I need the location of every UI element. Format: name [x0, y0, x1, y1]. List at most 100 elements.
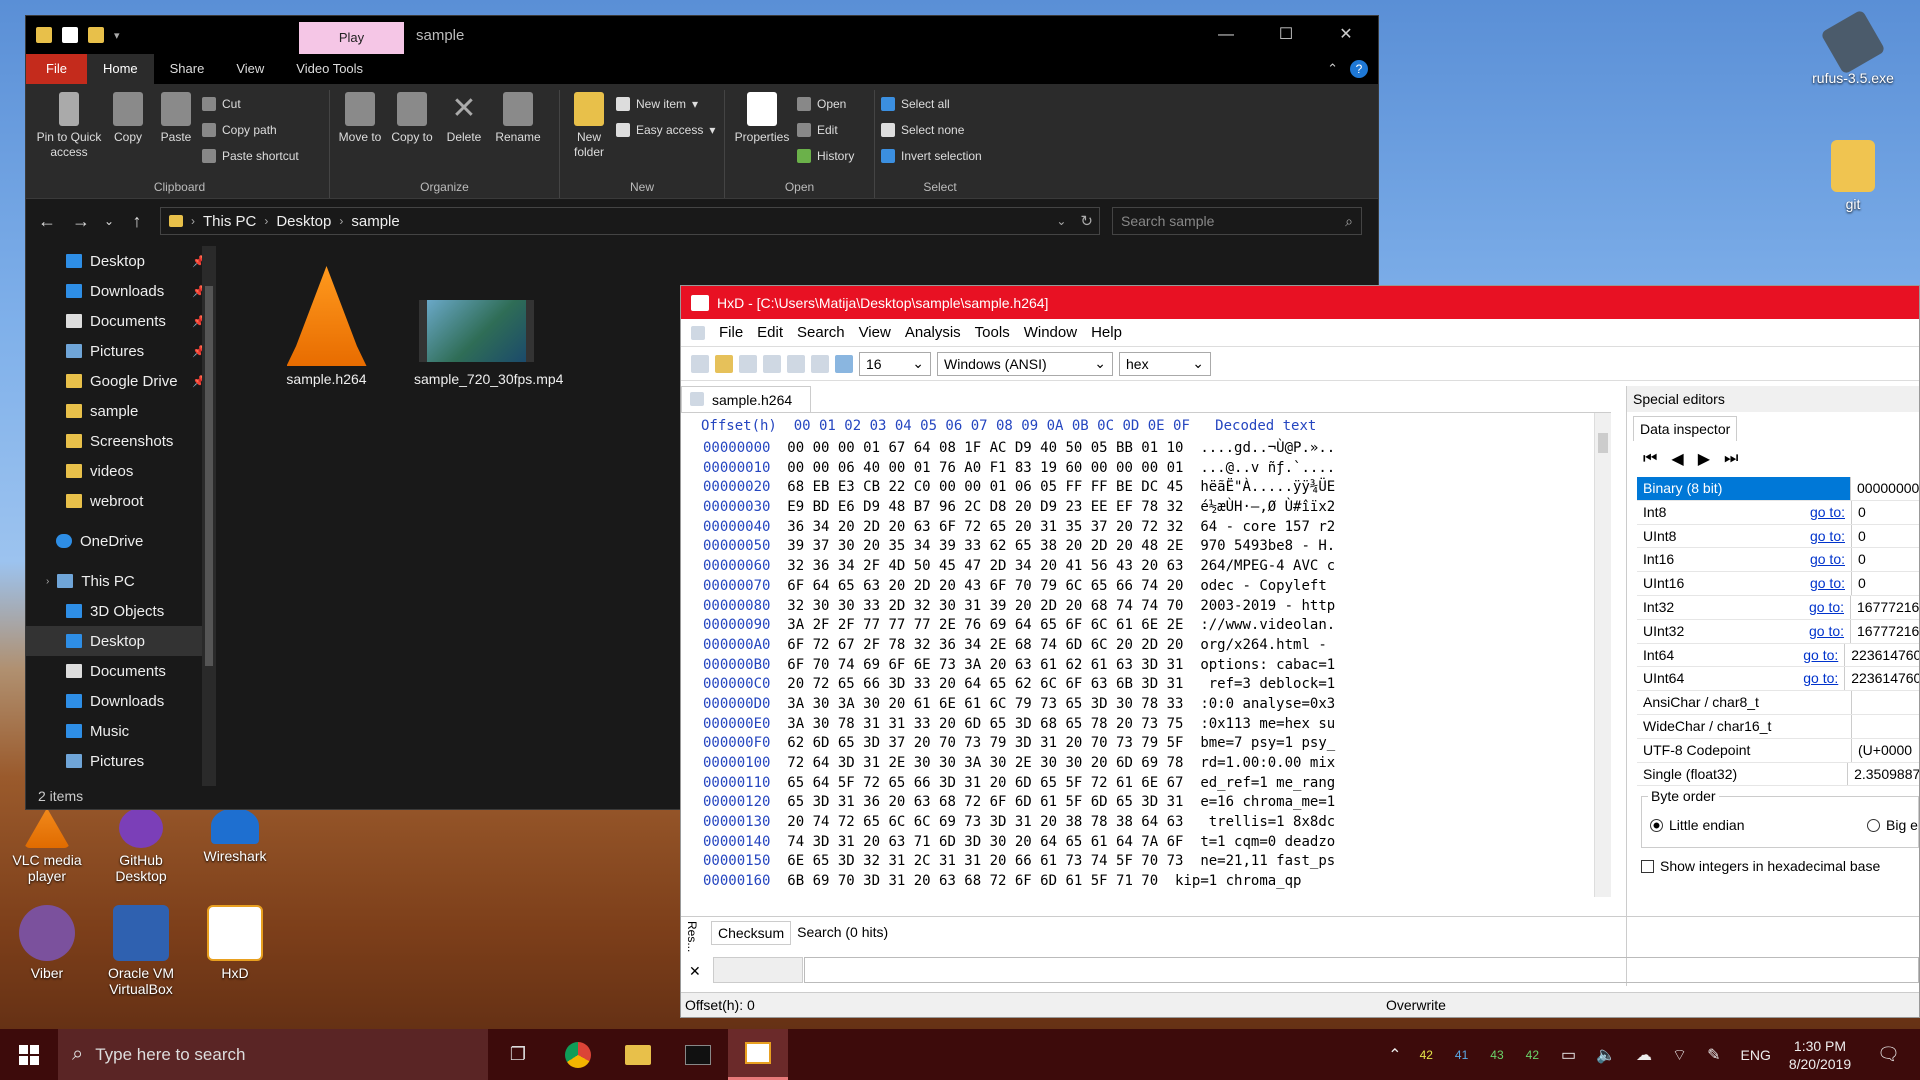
nav-item-documents-pinned[interactable]: Documents 📌 — [26, 306, 216, 336]
nav-item-google-drive[interactable]: Google Drive 📌 — [26, 366, 216, 396]
inspector-row[interactable]: Int32 go to: 16777216 — [1637, 595, 1919, 620]
address-bar[interactable]: › This PC › Desktop › sample ⌄ ↻ — [160, 207, 1100, 235]
copy-icon[interactable] — [811, 354, 829, 373]
decoded-text[interactable]: ...@..v ñƒ.`.... — [1200, 460, 1335, 476]
tab-sample-h264[interactable]: sample.h264 — [681, 386, 811, 412]
desktop-icon-viber[interactable]: Viber — [2, 905, 92, 981]
inspector-row[interactable]: Single (float32) 2.3509887 — [1637, 762, 1919, 787]
inspector-row[interactable]: Int8 go to: 0 — [1637, 500, 1919, 525]
decoded-text[interactable]: ://www.videolan. — [1200, 617, 1335, 633]
decoded-text[interactable]: t=1 cqm=0 deadzo — [1200, 834, 1335, 850]
hex-bytes[interactable]: 00 00 06 40 00 01 76 A0 F1 83 19 60 00 0… — [787, 460, 1183, 476]
hex-bytes[interactable]: 74 3D 31 20 63 71 6D 3D 30 20 64 65 61 6… — [787, 834, 1183, 850]
inspector-value[interactable]: 223614760 — [1845, 644, 1919, 667]
tray-temp-3[interactable]: 43 — [1490, 1048, 1503, 1062]
inspector-value[interactable]: 0 — [1852, 548, 1866, 571]
hex-row[interactable]: 00000000 00 00 00 01 67 64 08 1F AC D9 4… — [681, 439, 1611, 459]
decoded-text[interactable]: kip=1 chroma_qp — [1175, 873, 1301, 889]
little-endian-radio[interactable]: Little endian — [1650, 817, 1745, 833]
hex-row[interactable]: 00000080 32 30 30 33 2D 32 30 31 39 20 2… — [681, 597, 1611, 617]
hex-bytes[interactable]: 3A 30 3A 30 20 61 6E 61 6C 79 73 65 3D 3… — [787, 696, 1183, 712]
hex-bytes[interactable]: 3A 30 78 31 31 33 20 6D 65 3D 68 65 78 2… — [787, 716, 1183, 732]
start-button[interactable] — [0, 1029, 58, 1080]
menu-help[interactable]: Help — [1091, 324, 1122, 341]
nav-item-3d-objects[interactable]: 3D Objects — [26, 596, 216, 626]
desktop-icon-rufus[interactable]: rufus-3.5.exe — [1808, 9, 1898, 86]
go-to-link[interactable]: go to: — [1803, 644, 1838, 667]
menu-analysis[interactable]: Analysis — [905, 324, 961, 341]
edit-button[interactable]: Edit — [797, 120, 854, 140]
hex-bytes[interactable]: 68 EB E3 CB 22 C0 00 00 01 06 05 FF FF B… — [787, 479, 1183, 495]
show-hex-checkbox[interactable]: Show integers in hexadecimal base — [1641, 858, 1919, 874]
select-all-button[interactable]: Select all — [881, 94, 982, 114]
inspector-value[interactable]: 2.3509887 — [1848, 763, 1919, 786]
refresh-icon[interactable]: ↻ — [1074, 212, 1099, 230]
taskbar-hxd[interactable] — [728, 1029, 788, 1080]
inspector-row[interactable]: UInt64 go to: 223614760 — [1637, 667, 1919, 692]
desktop-icon-virtualbox[interactable]: Oracle VM VirtualBox — [96, 905, 186, 997]
hex-editor-view[interactable]: Offset(h) 00 01 02 03 04 05 06 07 08 09 … — [681, 412, 1611, 897]
decoded-text[interactable]: é½æÙH·–,Ø Ù#îïx2 — [1200, 499, 1335, 515]
menu-search[interactable]: Search — [797, 324, 845, 341]
inspector-value[interactable]: 223614760 — [1845, 667, 1919, 690]
go-to-link[interactable]: go to: — [1810, 525, 1845, 548]
properties-icon[interactable] — [62, 27, 78, 43]
clock[interactable]: 1:30 PM 8/20/2019 — [1789, 1037, 1851, 1073]
go-to-link[interactable]: go to: — [1810, 501, 1845, 524]
big-endian-radio[interactable]: Big e — [1867, 817, 1918, 833]
hex-row[interactable]: 000000D0 3A 30 3A 30 20 61 6E 61 6C 79 7… — [681, 695, 1611, 715]
easy-access-button[interactable]: Easy access ▾ — [616, 120, 715, 140]
save-all-icon[interactable] — [763, 354, 781, 373]
nav-item-sample[interactable]: sample — [26, 396, 216, 426]
nav-item-desktop-pinned[interactable]: Desktop 📌 — [26, 246, 216, 276]
copy-path-button[interactable]: Copy path — [202, 120, 299, 140]
hex-row[interactable]: 00000040 36 34 20 2D 20 63 6F 72 65 20 3… — [681, 518, 1611, 538]
inspector-value[interactable]: 0 — [1852, 501, 1866, 524]
hex-bytes[interactable]: 20 72 65 66 3D 33 20 64 65 62 6C 6F 63 6… — [787, 676, 1183, 692]
tab-data-inspector[interactable]: Data inspector — [1633, 416, 1738, 441]
go-to-link[interactable]: go to: — [1803, 667, 1838, 690]
decoded-text[interactable]: odec - Copyleft — [1200, 578, 1335, 594]
hex-bytes[interactable]: 6F 72 67 2F 78 32 36 34 2E 68 74 6D 6C 2… — [787, 637, 1183, 653]
hex-row[interactable]: 00000050 39 37 30 20 35 34 39 33 62 65 3… — [681, 537, 1611, 557]
menu-edit[interactable]: Edit — [757, 324, 783, 341]
nav-item-downloads[interactable]: Downloads — [26, 686, 216, 716]
menu-tools[interactable]: Tools — [975, 324, 1010, 341]
recent-locations-chevron-icon[interactable]: ⌄ — [104, 214, 114, 228]
breadcrumb-this-pc[interactable]: This PC — [203, 213, 256, 230]
breadcrumb-desktop[interactable]: Desktop — [276, 213, 331, 230]
results-input[interactable] — [804, 957, 1919, 983]
desktop-icon-vlc[interactable]: VLC media player — [2, 808, 92, 884]
inspector-row[interactable]: WideChar / char16_t — [1637, 714, 1919, 739]
show-hidden-icons-chevron-icon[interactable]: ⌃ — [1388, 1045, 1401, 1065]
decoded-text[interactable]: rd=1.00:0.00 mix — [1200, 755, 1335, 771]
customize-chevron-icon[interactable]: ▾ — [114, 29, 120, 42]
decoded-text[interactable]: org/x264.html - — [1200, 637, 1335, 653]
pen-icon[interactable]: ✎ — [1707, 1045, 1720, 1065]
prev-icon[interactable]: ◀ — [1671, 449, 1683, 469]
print-icon[interactable] — [787, 354, 805, 373]
hex-row[interactable]: 00000140 74 3D 31 20 63 71 6D 3D 30 20 6… — [681, 833, 1611, 853]
hex-row[interactable]: 00000150 6E 65 3D 32 31 2C 31 31 20 66 6… — [681, 852, 1611, 872]
inspector-row[interactable]: UTF-8 Codepoint (U+0000 — [1637, 738, 1919, 763]
decoded-text[interactable]: ed_ref=1 me_rang — [1200, 775, 1335, 791]
inspector-row[interactable]: AnsiChar / char8_t — [1637, 691, 1919, 715]
decoded-text[interactable]: hëãË"À.....ÿÿ¾ÜE — [1200, 479, 1335, 495]
next-icon[interactable]: ▶ — [1698, 449, 1710, 469]
hex-row[interactable]: 00000120 65 3D 31 36 20 63 68 72 6F 6D 6… — [681, 793, 1611, 813]
search-input[interactable]: Search sample ⌕ — [1112, 207, 1362, 235]
tab-share[interactable]: Share — [154, 54, 221, 84]
desktop-icon-github[interactable]: GitHub Desktop — [96, 808, 186, 884]
hex-row[interactable]: 00000070 6F 64 65 63 20 2D 20 43 6F 70 7… — [681, 577, 1611, 597]
inspector-row[interactable]: Int64 go to: 223614760 — [1637, 643, 1919, 668]
taskbar-file-explorer[interactable] — [608, 1029, 668, 1080]
hex-row[interactable]: 000000C0 20 72 65 66 3D 33 20 64 65 62 6… — [681, 675, 1611, 695]
forward-arrow-icon[interactable]: → — [70, 211, 92, 232]
cloud-sync-icon[interactable]: ☁ — [1636, 1045, 1652, 1065]
nav-item-this-pc[interactable]: › This PC — [26, 566, 216, 596]
nav-scrollbar-thumb[interactable] — [205, 286, 213, 666]
tray-temp-4[interactable]: 42 — [1526, 1048, 1539, 1062]
invert-selection-button[interactable]: Invert selection — [881, 146, 982, 166]
display-mode-select[interactable]: hex ⌄ — [1119, 351, 1211, 376]
menu-file[interactable]: File — [719, 324, 743, 341]
